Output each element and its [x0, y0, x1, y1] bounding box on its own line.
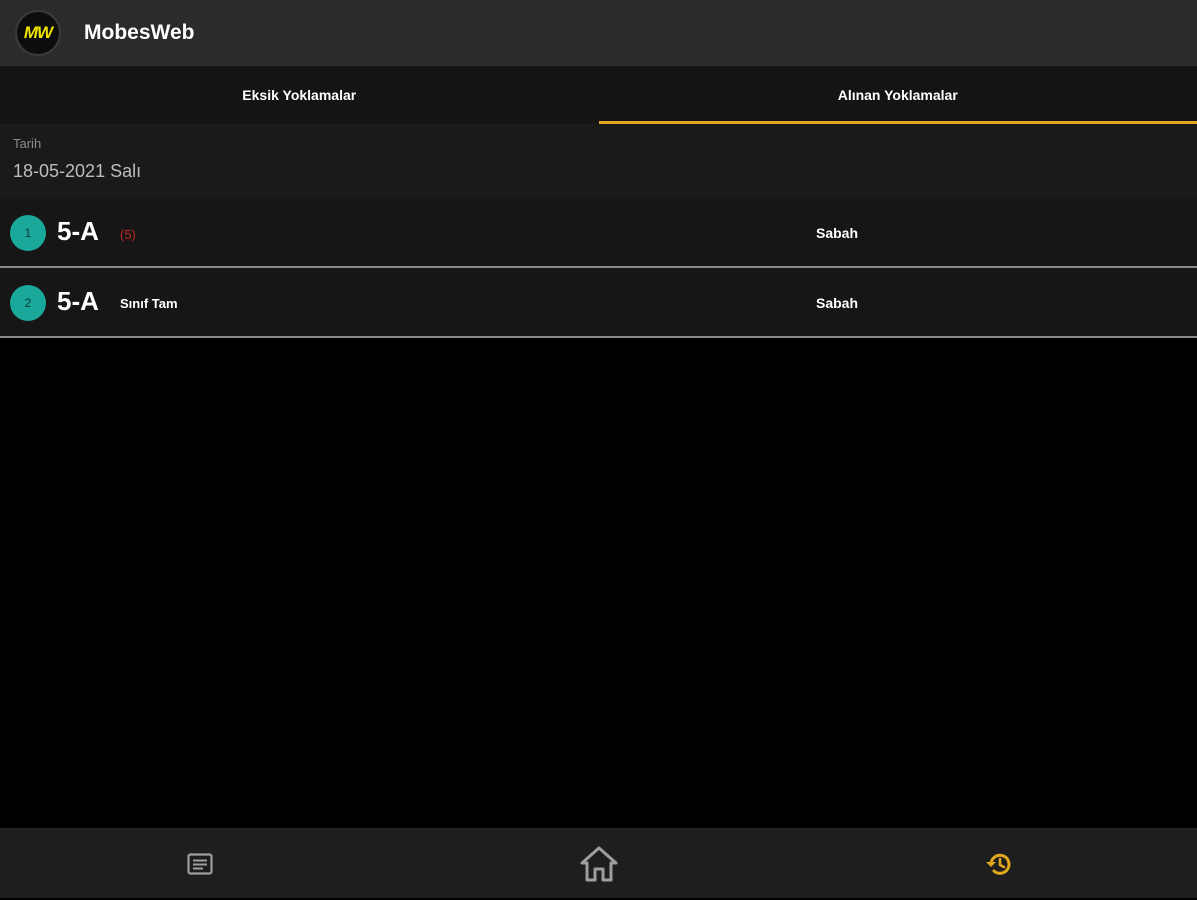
app-logo: MW: [15, 10, 61, 56]
nav-list-button[interactable]: [0, 829, 399, 899]
app-title: MobesWeb: [84, 21, 195, 44]
app-header: MW MobesWeb: [0, 0, 1197, 66]
tab-bar: Eksik Yoklamalar Alınan Yoklamalar: [0, 66, 1197, 124]
row-index-badge: 2: [10, 285, 46, 321]
logo-text: MW: [23, 23, 53, 42]
history-icon: [985, 853, 1010, 875]
session-label: Sabah: [816, 295, 859, 311]
class-name: 5-A: [57, 286, 99, 316]
date-section: Tarih 18-05-2021 Salı: [0, 124, 1197, 198]
nav-history-button[interactable]: [798, 829, 1197, 899]
tab-eksik-yoklamalar[interactable]: Eksik Yoklamalar: [0, 66, 599, 124]
date-value[interactable]: 18-05-2021 Salı: [13, 161, 141, 182]
app-root: MW MobesWeb Eksik Yoklamalar Alınan Yokl…: [0, 0, 1197, 900]
class-name: 5-A: [57, 216, 99, 246]
list-icon: [186, 853, 213, 875]
tab-alinan-yoklamalar[interactable]: Alınan Yoklamalar: [598, 66, 1197, 124]
attendance-list: 1 5-A (5) Sabah 2 5-A Sınıf Tam Sabah: [0, 198, 1197, 338]
date-label: Tarih: [13, 136, 42, 151]
list-item[interactable]: 1 5-A (5) Sabah: [0, 198, 1197, 268]
missing-count: (5): [120, 227, 136, 242]
class-full-note: Sınıf Tam: [120, 296, 178, 311]
session-label: Sabah: [816, 225, 859, 241]
row-index-badge: 1: [10, 215, 46, 251]
list-item[interactable]: 2 5-A Sınıf Tam Sabah: [0, 268, 1197, 338]
bottom-navigation: [0, 828, 1197, 898]
home-icon: [580, 846, 617, 882]
nav-home-button[interactable]: [399, 829, 798, 899]
